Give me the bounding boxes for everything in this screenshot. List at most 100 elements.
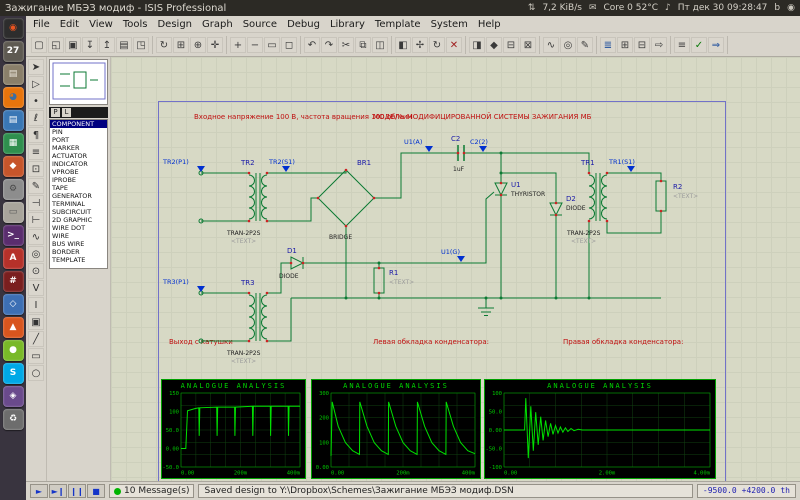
launcher-system-settings[interactable]: ⚙ [2,179,24,200]
netlist-transfer-button[interactable]: ⇒ [708,36,724,53]
launcher-dropbox[interactable]: ◇ [2,294,24,315]
selector-item-indicator[interactable]: INDICATOR [50,160,107,168]
selector-item-actuator[interactable]: ACTUATOR [50,152,107,160]
stop-button[interactable]: ■ [87,484,105,498]
menu-library[interactable]: Library [325,19,370,30]
selector-item-border[interactable]: BORDER [50,248,107,256]
design-explorer-button[interactable]: ≣ [600,36,616,53]
launcher-green-app[interactable]: ● [2,340,24,361]
launcher-dash-home[interactable]: ◉ [2,18,24,39]
launcher-software-center[interactable]: ◆ [2,156,24,177]
launcher-libreoffice-calc[interactable]: ▦ [2,133,24,154]
selector-item-2d-graphic[interactable]: 2D GRAPHIC [50,216,107,224]
launcher-trash[interactable]: ♻ [2,409,24,430]
copy-button[interactable]: ⧉ [355,36,371,53]
play-button[interactable]: ► [30,484,48,498]
launcher-libreoffice-writer[interactable]: ▤ [2,110,24,131]
cpu-temp[interactable]: Core 0 52°C [603,3,658,13]
launcher-workspace[interactable]: 27 [2,41,24,62]
wire-label-mode-button[interactable]: ℓ [28,110,44,126]
new-design-button[interactable]: ▢ [31,36,47,53]
menu-edit[interactable]: Edit [55,19,84,30]
voltage-probe-mode-button[interactable]: V [28,280,44,296]
center-at-cursor-button[interactable]: ✛ [207,36,223,53]
menu-graph[interactable]: Graph [197,19,238,30]
subcircuit-mode-button[interactable]: ⊡ [28,161,44,177]
network-transfer-icon[interactable]: ⇅ [528,3,536,13]
junction-dot-mode-button[interactable]: • [28,93,44,109]
selector-item-marker[interactable]: MARKER [50,144,107,152]
2d-line-mode-button[interactable]: ╱ [28,331,44,347]
analysis-graph-left-plate[interactable]: ANALOGUE ANALYSIS 300 200 100 0.00 0.00 200m 4… [311,379,481,479]
false-origin-button[interactable]: ⊕ [190,36,206,53]
goto-sheet-button[interactable]: ⇨ [651,36,667,53]
electrical-rule-check-button[interactable]: ✓ [691,36,707,53]
launcher-skype[interactable]: S [2,363,24,384]
keyboard-indicator[interactable]: b [774,3,780,13]
current-probe-mode-button[interactable]: I [28,297,44,313]
selector-item-bus-wire[interactable]: BUS WIRE [50,240,107,248]
menu-debug[interactable]: Debug [282,19,325,30]
bus-mode-button[interactable]: ≡ [28,144,44,160]
virtual-instruments-mode-button[interactable]: ▣ [28,314,44,330]
selector-item-port[interactable]: PORT [50,136,107,144]
redraw-button[interactable]: ↻ [156,36,172,53]
selector-item-vprobe[interactable]: VPROBE [50,168,107,176]
launcher-purple-app[interactable]: ◈ [2,386,24,407]
pause-button[interactable]: ❙❙ [68,484,86,498]
analysis-graph-coil[interactable]: ANALOGUE ANALYSIS 150 100 50.0 0.00 -50.0 0.0… [161,379,306,479]
menu-view[interactable]: View [84,19,118,30]
selector-item-component[interactable]: COMPONENT [50,120,107,128]
selector-item-tape[interactable]: TAPE [50,184,107,192]
selector-item-iprobe[interactable]: IPROBE [50,176,107,184]
menu-file[interactable]: File [28,19,55,30]
menu-source[interactable]: Source [238,19,282,30]
instant-edit-mode-button[interactable]: ✎ [28,178,44,194]
search-tag-button[interactable]: ◎ [560,36,576,53]
selection-mode-button[interactable]: ➤ [28,59,44,75]
launcher-vlc[interactable]: ▲ [2,317,24,338]
decompose-button[interactable]: ⊠ [520,36,536,53]
message-log[interactable]: 10 Message(s) [109,484,195,498]
library-button[interactable]: L [62,108,71,117]
menu-template[interactable]: Template [370,19,426,30]
2d-box-mode-button[interactable]: ▭ [28,348,44,364]
launcher-terminal[interactable]: >_ [2,225,24,246]
selector-item-wire-dot[interactable]: WIRE DOT [50,224,107,232]
selector-item-pin[interactable]: PIN [50,128,107,136]
menu-system[interactable]: System [426,19,473,30]
launcher-files[interactable]: ▤ [2,64,24,85]
block-copy-button[interactable]: ◧ [395,36,411,53]
clock[interactable]: Пт дек 30 09:28:47 [678,3,768,13]
selector-item-subcircuit[interactable]: SUBCIRCUIT [50,208,107,216]
mark-output-area-button[interactable]: ◳ [133,36,149,53]
launcher-firefox[interactable]: ◕ [2,87,24,108]
simulation-graph-mode-button[interactable]: ∿ [28,229,44,245]
print-design-button[interactable]: ▤ [116,36,132,53]
menu-help[interactable]: Help [473,19,506,30]
pick-button[interactable]: P [51,108,60,117]
new-sheet-button[interactable]: ⊞ [617,36,633,53]
schematic-canvas[interactable]: Входное напряжение 100 В, частота вращен… [111,57,800,481]
terminal-mode-button[interactable]: ⊣ [28,195,44,211]
2d-circle-mode-button[interactable]: ○ [28,365,44,381]
tape-recorder-mode-button[interactable]: ◎ [28,246,44,262]
generator-mode-button[interactable]: ⊙ [28,263,44,279]
block-move-button[interactable]: ✢ [412,36,428,53]
remove-sheet-button[interactable]: ⊟ [634,36,650,53]
export-section-button[interactable]: ↥ [99,36,115,53]
mail-icon[interactable]: ✉ [589,3,597,13]
packaging-tool-button[interactable]: ⊟ [503,36,519,53]
net-speed[interactable]: 7,2 KiB/s [542,3,581,13]
bill-of-materials-button[interactable]: ≡ [674,36,690,53]
menu-tools[interactable]: Tools [118,19,153,30]
component-mode-button[interactable]: ▷ [28,76,44,92]
zoom-in-button[interactable]: + [230,36,246,53]
zoom-out-button[interactable]: − [247,36,263,53]
import-section-button[interactable]: ↧ [82,36,98,53]
pick-parts-button[interactable]: ◨ [469,36,485,53]
redo-button[interactable]: ↷ [321,36,337,53]
save-design-button[interactable]: ▣ [65,36,81,53]
text-script-mode-button[interactable]: ¶ [28,127,44,143]
block-delete-button[interactable]: ✕ [446,36,462,53]
